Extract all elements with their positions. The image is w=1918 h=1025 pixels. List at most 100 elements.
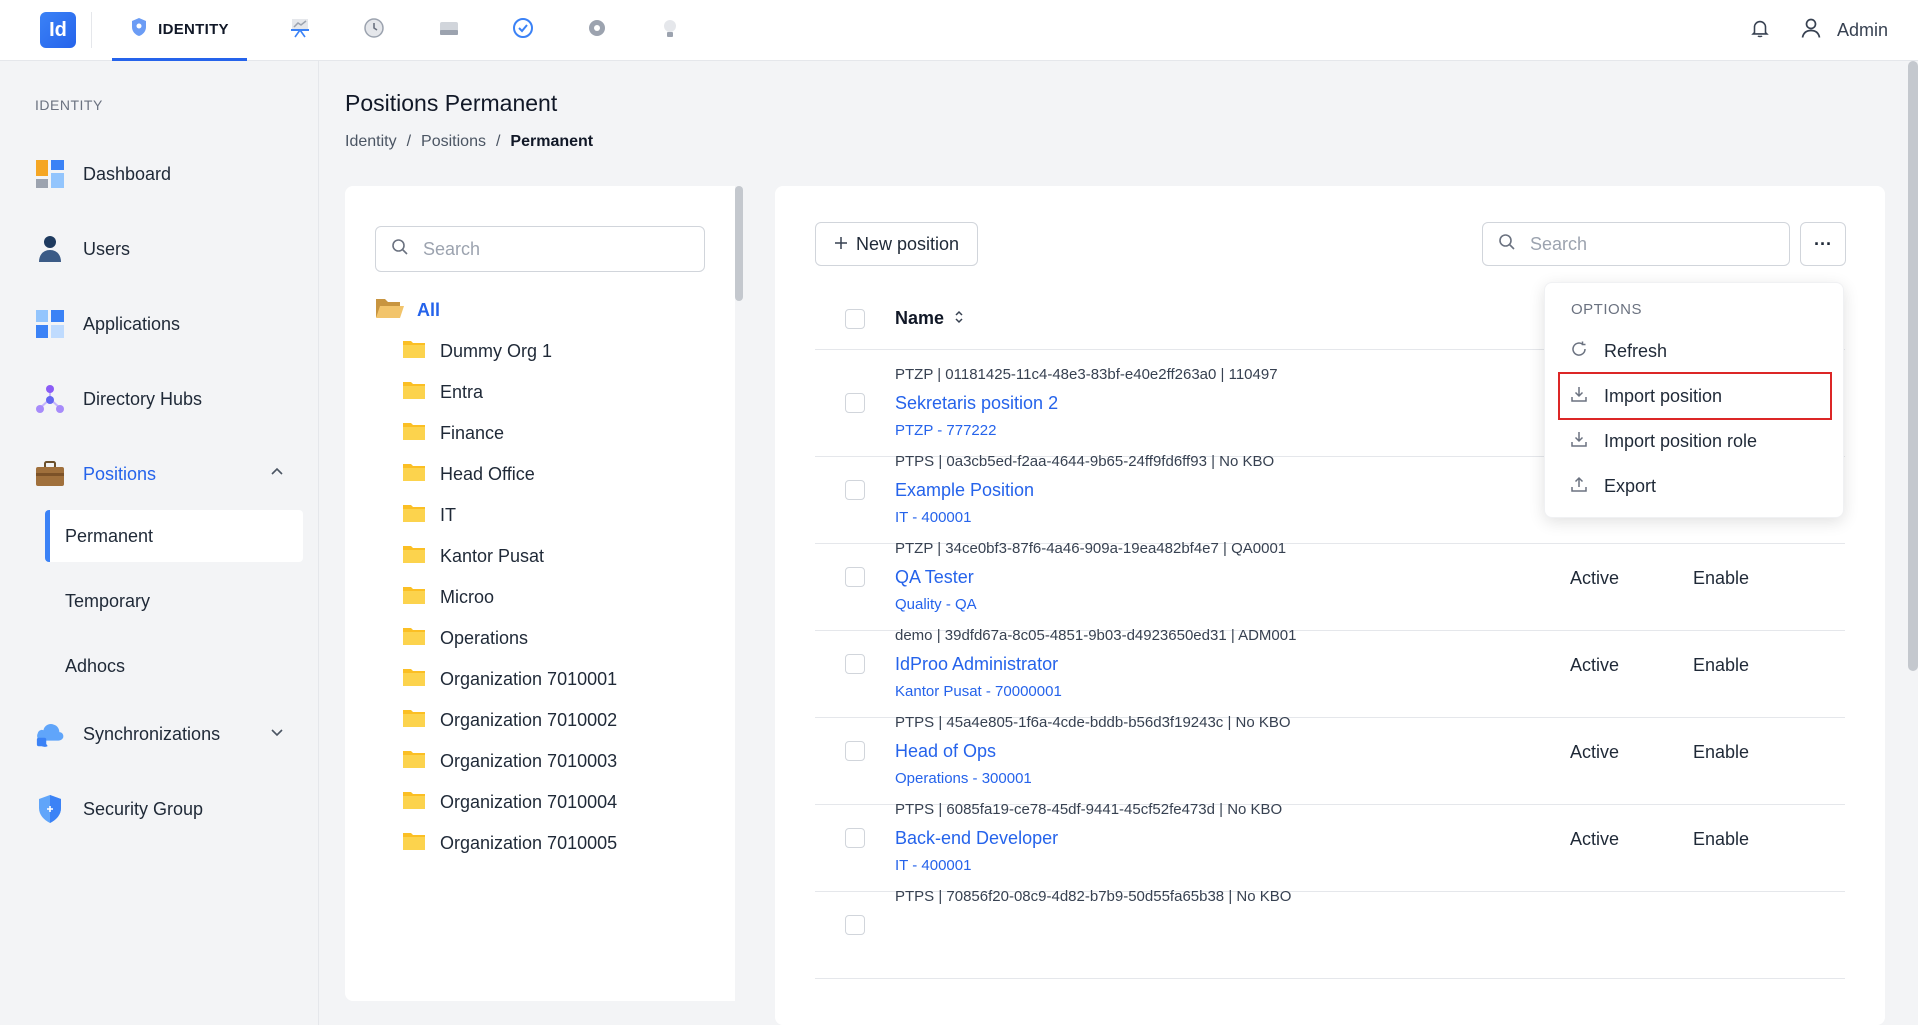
sidebar-item-directory-hubs[interactable]: Directory Hubs: [35, 379, 295, 419]
tree-scrollbar[interactable]: [735, 186, 743, 1001]
row-meta: demo | 39dfd67a-8c05-4851-9b03-d4923650e…: [895, 627, 1297, 644]
row-enable-state: Enable: [1693, 742, 1750, 762]
row-checkbox[interactable]: [845, 654, 865, 674]
sidebar-subitem-label: Temporary: [65, 590, 151, 611]
tab-identity[interactable]: IDENTITY: [112, 0, 247, 61]
tree-scrollbar-thumb[interactable]: [735, 186, 743, 301]
breadcrumb-item[interactable]: Identity: [345, 133, 397, 151]
sidebar-item-users[interactable]: Users: [35, 229, 295, 269]
tree-node[interactable]: IT: [402, 500, 456, 530]
sidebar-subitem-temporary[interactable]: Temporary: [45, 575, 303, 627]
badge-check-icon[interactable]: [510, 15, 536, 41]
list-search-field[interactable]: [1482, 222, 1790, 266]
app-logo[interactable]: Id: [40, 12, 76, 48]
sidebar-subitem-adhocs[interactable]: Adhocs: [45, 640, 303, 692]
sort-icon[interactable]: [954, 308, 964, 329]
row-checkbox[interactable]: [845, 567, 865, 587]
bell-icon[interactable]: [1749, 17, 1771, 44]
sidebar-item-positions[interactable]: Positions: [35, 454, 295, 494]
sidebar-item-applications[interactable]: Applications: [35, 304, 295, 344]
tree-node-label: Finance: [440, 422, 505, 443]
chevron-down-icon[interactable]: [269, 724, 285, 745]
menu-item-import-position[interactable]: Import position: [1558, 372, 1832, 420]
breadcrumb-item[interactable]: Positions: [421, 133, 486, 151]
cloud-sync-icon: [35, 719, 65, 749]
row-position-name[interactable]: IdProo Administrator: [895, 654, 1058, 675]
tree-node[interactable]: Head Office: [402, 459, 535, 489]
bulb-icon[interactable]: [657, 15, 683, 41]
user-menu[interactable]: Admin: [1799, 16, 1888, 45]
row-checkbox[interactable]: [845, 915, 865, 935]
select-all-checkbox[interactable]: [845, 308, 865, 329]
tree-node-label: Organization 7010003: [440, 750, 618, 771]
sidebar-item-dashboard[interactable]: Dashboard: [35, 154, 295, 194]
folder-open-icon: [375, 296, 405, 325]
briefcase-icon: [35, 459, 65, 489]
gear-icon[interactable]: [584, 15, 610, 41]
upload-icon: [1570, 475, 1588, 498]
tree-node[interactable]: Entra: [402, 377, 483, 407]
tree-node[interactable]: Organization 7010004: [402, 787, 617, 817]
row-status: Active: [1570, 742, 1620, 762]
top-bar: Id IDENTITY Admin: [0, 0, 1918, 61]
folder-icon: [402, 667, 426, 692]
row-checkbox[interactable]: [845, 828, 865, 848]
menu-item-import-position-role[interactable]: Import position role: [1560, 419, 1830, 463]
row-position-name[interactable]: Example Position: [895, 480, 1034, 501]
tab-identity-label: IDENTITY: [158, 20, 229, 38]
row-org-code[interactable]: Kantor Pusat - 70000001: [895, 683, 1062, 700]
chart-presentation-icon[interactable]: [287, 15, 313, 41]
row-org-code[interactable]: Operations - 300001: [895, 770, 1032, 787]
page-title: Positions Permanent: [345, 90, 558, 116]
chevron-up-icon[interactable]: [269, 464, 285, 485]
sidebar: IDENTITY Dashboard Users Applications Di…: [0, 61, 319, 1025]
row-org-code[interactable]: Quality - QA: [895, 596, 977, 613]
history-icon[interactable]: [361, 15, 387, 41]
folder-icon: [402, 462, 426, 487]
row-checkbox[interactable]: [845, 393, 865, 413]
more-options-button[interactable]: ···: [1800, 222, 1846, 266]
row-checkbox[interactable]: [845, 480, 865, 500]
tree-node[interactable]: Organization 7010001: [402, 664, 617, 694]
sidebar-item-security-group[interactable]: Security Group: [35, 789, 295, 829]
tree-node[interactable]: Microo: [402, 582, 494, 612]
row-org-code[interactable]: PTZP - 777222: [895, 422, 996, 439]
sidebar-subitem-label: Adhocs: [65, 655, 126, 676]
row-checkbox[interactable]: [845, 741, 865, 761]
sidebar-item-synchronizations[interactable]: Synchronizations: [35, 714, 295, 754]
row-enable-state: Enable: [1693, 568, 1750, 588]
page-scrollbar-thumb[interactable]: [1908, 61, 1918, 671]
shield-icon: [130, 17, 148, 42]
row-org-code[interactable]: IT - 400001: [895, 509, 971, 526]
tree-search-input[interactable]: [423, 238, 663, 260]
tree-node[interactable]: Kantor Pusat: [402, 541, 544, 571]
row-meta: PTZP | 34ce0bf3-87f6-4a46-909a-19ea482bf…: [895, 540, 1287, 557]
row-position-name[interactable]: Head of Ops: [895, 741, 996, 762]
tree-node[interactable]: Organization 7010003: [402, 746, 617, 776]
table-row[interactable]: PTPS | 70856f20-08c9-4d82-b7b9-50d55fa65…: [815, 873, 1845, 979]
row-position-name[interactable]: Sekretaris position 2: [895, 393, 1058, 414]
sidebar-section-title: IDENTITY: [35, 97, 103, 113]
tree-node[interactable]: Operations: [402, 623, 528, 653]
drive-icon[interactable]: [436, 15, 462, 41]
tree-root-all[interactable]: All: [375, 296, 440, 325]
page-scrollbar[interactable]: [1908, 61, 1918, 1025]
tree-search-field[interactable]: [375, 226, 705, 272]
download-icon: [1570, 385, 1588, 408]
top-right-actions: Admin: [1749, 0, 1888, 61]
sidebar-subitem-permanent[interactable]: Permanent: [45, 510, 303, 562]
tree-node[interactable]: Organization 7010002: [402, 705, 617, 735]
apps-grid-icon: [35, 309, 65, 339]
tree-node[interactable]: Organization 7010005: [402, 828, 617, 858]
list-search-input[interactable]: [1530, 233, 1770, 255]
column-header-name[interactable]: Name: [895, 308, 964, 329]
row-position-name[interactable]: Back-end Developer: [895, 828, 1058, 849]
row-org-code[interactable]: IT - 400001: [895, 857, 971, 874]
row-position-name[interactable]: QA Tester: [895, 567, 974, 588]
menu-item-refresh[interactable]: Refresh: [1560, 329, 1830, 373]
tree-node[interactable]: Dummy Org 1: [402, 336, 552, 366]
new-position-button[interactable]: New position: [815, 222, 978, 266]
tree-node[interactable]: Finance: [402, 418, 504, 448]
menu-item-export[interactable]: Export: [1560, 464, 1830, 508]
folder-icon: [402, 790, 426, 815]
